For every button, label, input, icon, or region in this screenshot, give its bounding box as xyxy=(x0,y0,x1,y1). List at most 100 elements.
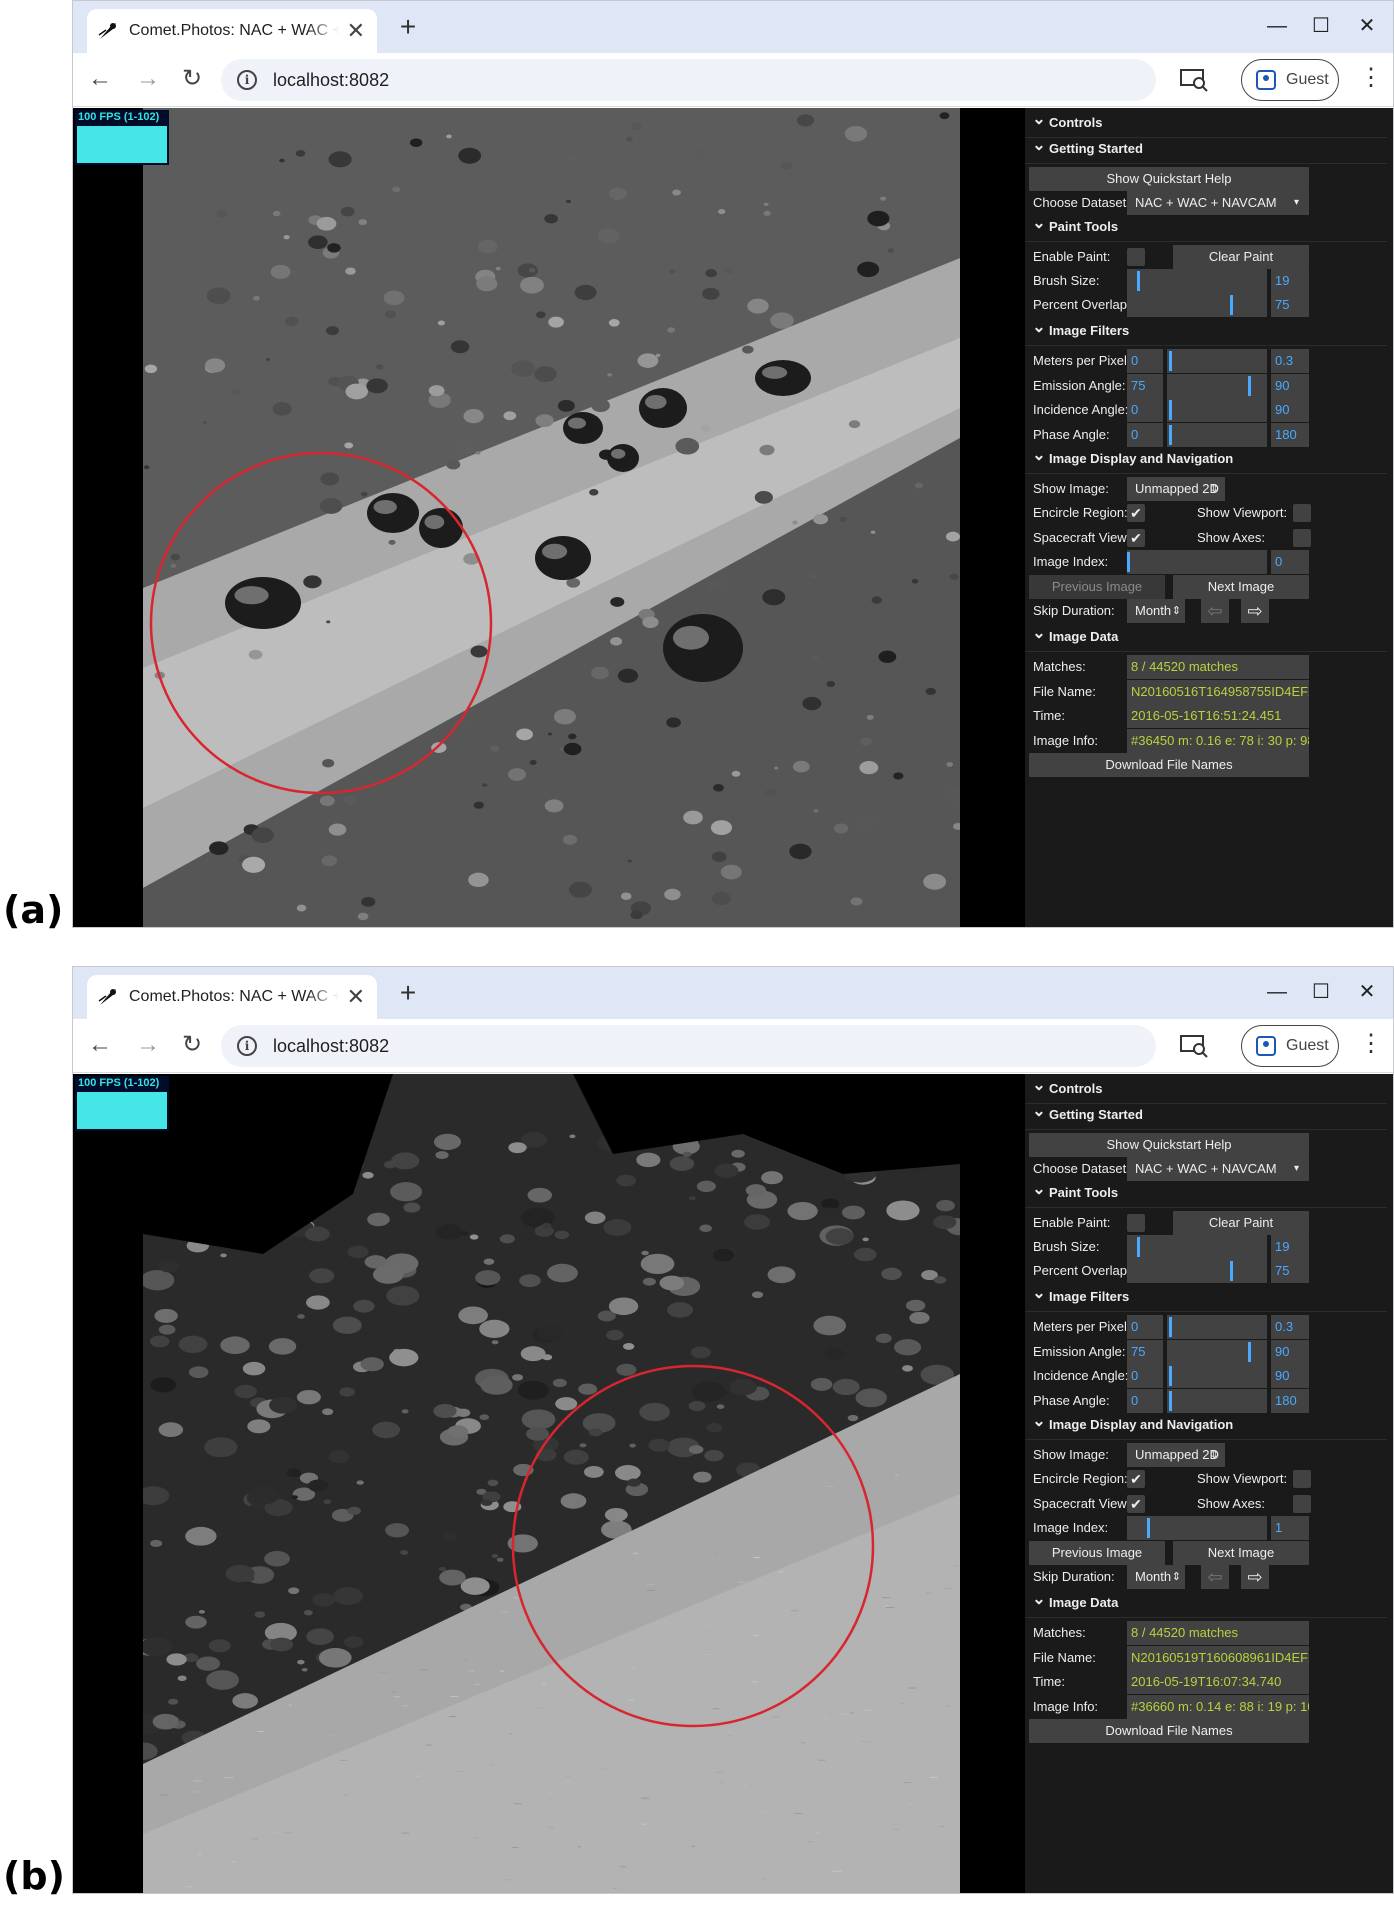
new-tab-button[interactable]: + xyxy=(391,10,425,44)
image-index-value[interactable]: 0 xyxy=(1271,550,1309,574)
spacecraft-checkbox[interactable]: ✔ xyxy=(1127,529,1145,547)
browser-tab[interactable]: Comet.Photos: NAC + WAC + NAVCAM ✕ xyxy=(87,975,377,1019)
percent-overlap-slider[interactable] xyxy=(1127,293,1267,317)
address-bar[interactable]: i localhost:8082 xyxy=(221,59,1156,101)
emission-angle-slider-handle[interactable] xyxy=(1248,375,1251,396)
tab-close-icon[interactable]: ✕ xyxy=(347,20,365,42)
reload-icon[interactable]: ↻ xyxy=(177,1031,207,1059)
tab-close-icon[interactable]: ✕ xyxy=(347,986,365,1008)
emission-angle-min[interactable]: 75 xyxy=(1127,373,1163,398)
skip-forward-arrow-icon[interactable]: ⇨ xyxy=(1241,599,1269,623)
meters-per-pixel-slider-handle[interactable] xyxy=(1169,1317,1172,1337)
meters-per-pixel-max[interactable]: 0.3 xyxy=(1271,349,1309,373)
show-axes-checkbox[interactable] xyxy=(1293,529,1311,547)
encircle-checkbox[interactable]: ✔ xyxy=(1127,1470,1145,1488)
emission-angle-slider[interactable] xyxy=(1167,373,1267,398)
skip-forward-arrow-icon[interactable]: ⇨ xyxy=(1241,1565,1269,1589)
folder-display-nav[interactable]: ⌄ Image Display and Navigation xyxy=(1025,444,1387,474)
folder-image-data[interactable]: ⌄ Image Data xyxy=(1025,622,1387,652)
back-arrow-icon[interactable]: ← xyxy=(85,65,115,93)
profile-button[interactable]: Guest xyxy=(1241,59,1339,101)
close-window-button[interactable]: ✕ xyxy=(1347,977,1387,1007)
skip-duration-select[interactable]: Month ⇕ xyxy=(1127,599,1185,623)
encircle-checkbox[interactable]: ✔ xyxy=(1127,504,1145,522)
meters-per-pixel-min[interactable]: 0 xyxy=(1127,1315,1163,1339)
screen-search-icon[interactable] xyxy=(1179,1033,1209,1059)
phase-angle-max[interactable]: 180 xyxy=(1271,422,1309,447)
folder-getting-started[interactable]: ⌄ Getting Started xyxy=(1025,1100,1387,1130)
new-tab-button[interactable]: + xyxy=(391,976,425,1010)
emission-angle-slider[interactable] xyxy=(1167,1339,1267,1364)
minimize-button[interactable]: — xyxy=(1257,11,1297,41)
enable-paint-checkbox[interactable] xyxy=(1127,248,1145,266)
phase-angle-slider-handle[interactable] xyxy=(1169,424,1172,445)
incidence-angle-max[interactable]: 90 xyxy=(1271,398,1309,422)
menu-kebab-icon[interactable]: ⋮ xyxy=(1359,1029,1383,1059)
incidence-angle-max[interactable]: 90 xyxy=(1271,1364,1309,1388)
meters-per-pixel-slider[interactable] xyxy=(1167,349,1267,373)
download-file-names-button[interactable]: Download File Names xyxy=(1029,1719,1309,1743)
incidence-angle-slider[interactable] xyxy=(1167,398,1267,422)
maximize-button[interactable]: ☐ xyxy=(1301,11,1341,41)
incidence-angle-slider-handle[interactable] xyxy=(1169,400,1172,420)
folder-paint-tools[interactable]: ⌄ Paint Tools xyxy=(1025,1178,1387,1208)
percent-overlap-value[interactable]: 75 xyxy=(1271,1259,1309,1283)
folder-image-data[interactable]: ⌄ Image Data xyxy=(1025,1588,1387,1618)
incidence-angle-min[interactable]: 0 xyxy=(1127,398,1163,422)
site-info-icon[interactable]: i xyxy=(237,70,257,90)
image-index-slider-handle[interactable] xyxy=(1147,1518,1150,1538)
emission-angle-slider-handle[interactable] xyxy=(1248,1341,1251,1362)
show-viewport-checkbox[interactable] xyxy=(1293,504,1311,522)
forward-arrow-icon[interactable]: → xyxy=(133,65,163,93)
folder-image-filters[interactable]: ⌄ Image Filters xyxy=(1025,316,1387,346)
maximize-button[interactable]: ☐ xyxy=(1301,977,1341,1007)
image-index-value[interactable]: 1 xyxy=(1271,1516,1309,1540)
enable-paint-checkbox[interactable] xyxy=(1127,1214,1145,1232)
percent-overlap-slider-handle[interactable] xyxy=(1230,295,1233,315)
phase-angle-slider[interactable] xyxy=(1167,1388,1267,1413)
incidence-angle-slider-handle[interactable] xyxy=(1169,1366,1172,1386)
screen-search-icon[interactable] xyxy=(1179,67,1209,93)
meters-per-pixel-slider-handle[interactable] xyxy=(1169,351,1172,371)
brush-size-slider-handle[interactable] xyxy=(1137,271,1140,291)
forward-arrow-icon[interactable]: → xyxy=(133,1031,163,1059)
download-file-names-button[interactable]: Download File Names xyxy=(1029,753,1309,777)
image-viewport[interactable]: 100 FPS (1-102) xyxy=(73,108,1035,927)
phase-angle-slider[interactable] xyxy=(1167,422,1267,447)
reload-icon[interactable]: ↻ xyxy=(177,65,207,93)
profile-button[interactable]: Guest xyxy=(1241,1025,1339,1067)
menu-kebab-icon[interactable]: ⋮ xyxy=(1359,63,1383,93)
incidence-angle-min[interactable]: 0 xyxy=(1127,1364,1163,1388)
back-arrow-icon[interactable]: ← xyxy=(85,1031,115,1059)
meters-per-pixel-min[interactable]: 0 xyxy=(1127,349,1163,373)
site-info-icon[interactable]: i xyxy=(237,1036,257,1056)
skip-back-arrow-icon[interactable]: ⇦ xyxy=(1201,1565,1229,1589)
brush-size-slider-handle[interactable] xyxy=(1137,1237,1140,1257)
spacecraft-checkbox[interactable]: ✔ xyxy=(1127,1495,1145,1513)
comet-surface-image[interactable] xyxy=(128,1074,972,1893)
meters-per-pixel-slider[interactable] xyxy=(1167,1315,1267,1339)
show-viewport-checkbox[interactable] xyxy=(1293,1470,1311,1488)
emission-angle-max[interactable]: 90 xyxy=(1271,1339,1309,1364)
skip-back-arrow-icon[interactable]: ⇦ xyxy=(1201,599,1229,623)
phase-angle-min[interactable]: 0 xyxy=(1127,1388,1163,1413)
percent-overlap-slider-handle[interactable] xyxy=(1230,1261,1233,1281)
phase-angle-min[interactable]: 0 xyxy=(1127,422,1163,447)
incidence-angle-slider[interactable] xyxy=(1167,1364,1267,1388)
folder-display-nav[interactable]: ⌄ Image Display and Navigation xyxy=(1025,1410,1387,1440)
show-axes-checkbox[interactable] xyxy=(1293,1495,1311,1513)
image-viewport[interactable]: 100 FPS (1-102) xyxy=(73,1074,1035,1893)
address-bar[interactable]: i localhost:8082 xyxy=(221,1025,1156,1067)
browser-tab[interactable]: Comet.Photos: NAC + WAC + NAVCAM ✕ xyxy=(87,9,377,53)
phase-angle-max[interactable]: 180 xyxy=(1271,1388,1309,1413)
image-index-slider[interactable] xyxy=(1127,550,1267,574)
folder-getting-started[interactable]: ⌄ Getting Started xyxy=(1025,134,1387,164)
comet-surface-image[interactable] xyxy=(143,108,965,927)
percent-overlap-slider[interactable] xyxy=(1127,1259,1267,1283)
minimize-button[interactable]: — xyxy=(1257,977,1297,1007)
meters-per-pixel-max[interactable]: 0.3 xyxy=(1271,1315,1309,1339)
percent-overlap-value[interactable]: 75 xyxy=(1271,293,1309,317)
image-index-slider[interactable] xyxy=(1127,1516,1267,1540)
folder-image-filters[interactable]: ⌄ Image Filters xyxy=(1025,1282,1387,1312)
skip-duration-select[interactable]: Month ⇕ xyxy=(1127,1565,1185,1589)
